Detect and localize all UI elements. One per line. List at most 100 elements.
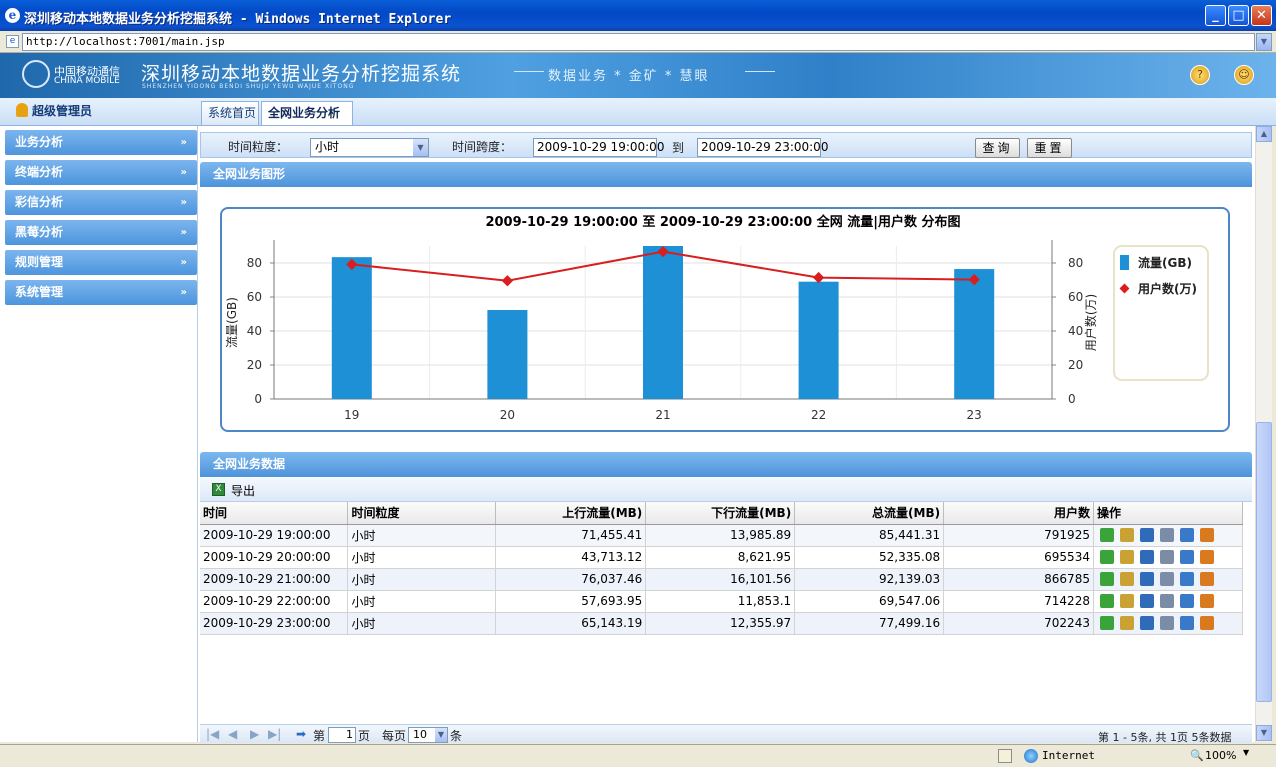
document-icon[interactable] bbox=[1159, 528, 1174, 542]
table-cell: 85,441.31 bbox=[794, 524, 945, 547]
page-info: 第 1 - 5条, 共 1页 5条数据 bbox=[1098, 731, 1232, 744]
tree-icon[interactable] bbox=[1119, 528, 1134, 542]
column-header-downlink[interactable]: 下行流量(MB) bbox=[645, 502, 796, 525]
monitor-icon[interactable] bbox=[1139, 528, 1154, 542]
column-header-users[interactable]: 用户数 bbox=[943, 502, 1094, 525]
copy-icon[interactable] bbox=[1179, 550, 1194, 564]
home-icon[interactable] bbox=[1199, 528, 1214, 542]
column-header-granularity[interactable]: 时间粒度 bbox=[347, 502, 497, 525]
add-icon[interactable] bbox=[1099, 550, 1114, 564]
monitor-icon[interactable] bbox=[1139, 550, 1154, 564]
menu-item-rule-management[interactable]: 规则管理 » bbox=[5, 250, 197, 275]
last-page-button[interactable]: ▶| bbox=[268, 727, 281, 741]
monitor-icon[interactable] bbox=[1139, 616, 1154, 630]
tree-icon[interactable] bbox=[1119, 616, 1134, 630]
reset-button[interactable]: 重置 bbox=[1027, 138, 1072, 158]
copy-icon[interactable] bbox=[1179, 616, 1194, 630]
tab-home[interactable]: 系统首页 bbox=[201, 101, 259, 125]
expand-icon: » bbox=[180, 287, 187, 298]
column-header-uplink[interactable]: 上行流量(MB) bbox=[495, 502, 647, 525]
granularity-value: 小时 bbox=[315, 140, 340, 154]
home-icon[interactable] bbox=[1199, 616, 1214, 630]
add-icon[interactable] bbox=[1099, 616, 1114, 630]
scroll-up-button[interactable]: ▲ bbox=[1256, 126, 1272, 142]
add-icon[interactable] bbox=[1099, 572, 1114, 586]
help-icon[interactable]: ? bbox=[1190, 65, 1210, 85]
y2-tick-label: 80 bbox=[1068, 256, 1083, 270]
copy-icon[interactable] bbox=[1179, 594, 1194, 608]
zoom-level[interactable]: 100% bbox=[1205, 749, 1236, 762]
home-icon[interactable] bbox=[1199, 572, 1214, 586]
page-suffix: 页 bbox=[358, 729, 371, 743]
first-page-button[interactable]: |◀ bbox=[206, 727, 219, 741]
home-icon[interactable] bbox=[1199, 594, 1214, 608]
data-panel-title: 全网业务数据 bbox=[200, 452, 1252, 477]
vertical-scrollbar[interactable]: ▲ ▼ bbox=[1255, 126, 1272, 742]
tree-icon[interactable] bbox=[1119, 550, 1134, 564]
system-pinyin: SHENZHEN YIDONG BENDI SHUJU YEWU WAJUE X… bbox=[142, 83, 355, 90]
table-row[interactable]: 2009-10-29 22:00:00 小时 57,693.95 11,853.1 69… bbox=[200, 590, 1244, 613]
document-icon[interactable] bbox=[1159, 572, 1174, 586]
menu-item-business-analysis[interactable]: 业务分析 » bbox=[5, 130, 197, 155]
column-header-time[interactable]: 时间 bbox=[200, 502, 349, 525]
document-icon[interactable] bbox=[1159, 616, 1174, 630]
address-bar: e http://localhost:7001/main.jsp ▼ bbox=[0, 31, 1276, 53]
monitor-icon[interactable] bbox=[1139, 594, 1154, 608]
bar bbox=[954, 269, 995, 399]
tree-icon[interactable] bbox=[1119, 572, 1134, 586]
menu-item-blackberry-analysis[interactable]: 黑莓分析 » bbox=[5, 220, 197, 245]
scroll-down-button[interactable]: ▼ bbox=[1256, 725, 1272, 741]
granularity-select[interactable]: 小时 ▼ bbox=[310, 138, 429, 157]
y2-tick-label: 60 bbox=[1068, 290, 1083, 304]
home-icon[interactable] bbox=[1199, 550, 1214, 564]
document-icon[interactable] bbox=[1159, 550, 1174, 564]
page-size-suffix: 条 bbox=[450, 729, 463, 743]
tab-network-analysis[interactable]: 全网业务分析 bbox=[261, 101, 353, 125]
export-button[interactable]: 导出 bbox=[231, 482, 255, 499]
table-row[interactable]: 2009-10-29 20:00:00 小时 43,713.12 8,621.95 52… bbox=[200, 546, 1244, 569]
document-icon[interactable] bbox=[1159, 594, 1174, 608]
prev-page-button[interactable]: ◀ bbox=[228, 727, 237, 741]
page-number-input[interactable]: 1 bbox=[328, 727, 356, 743]
menu-item-mms-analysis[interactable]: 彩信分析 » bbox=[5, 190, 197, 215]
maximize-button[interactable]: □ bbox=[1228, 5, 1249, 26]
add-icon[interactable] bbox=[1099, 528, 1114, 542]
table-cell: 69,547.06 bbox=[794, 590, 945, 613]
y2-tick-label: 20 bbox=[1068, 358, 1083, 372]
minimize-button[interactable]: _ bbox=[1205, 5, 1226, 26]
zoom-dropdown-icon[interactable]: ▼ bbox=[1243, 748, 1249, 757]
monitor-icon[interactable] bbox=[1139, 572, 1154, 586]
security-zone: Internet bbox=[1042, 749, 1095, 762]
tree-icon[interactable] bbox=[1119, 594, 1134, 608]
column-header-total[interactable]: 总流量(MB) bbox=[794, 502, 945, 525]
table-cell: 11,853.1 bbox=[645, 590, 796, 613]
table-row[interactable]: 2009-10-29 23:00:00 小时 65,143.19 12,355.97 7… bbox=[200, 612, 1244, 635]
add-icon[interactable] bbox=[1099, 594, 1114, 608]
search-button[interactable]: 查询 bbox=[975, 138, 1020, 158]
y-tick-label: 0 bbox=[254, 392, 262, 406]
expand-icon: » bbox=[180, 137, 187, 148]
url-input[interactable]: http://localhost:7001/main.jsp bbox=[22, 33, 1255, 51]
user-icon[interactable]: ☺ bbox=[1234, 65, 1254, 85]
chart-panel-title: 全网业务图形 bbox=[200, 162, 1252, 187]
window-title-bar[interactable]: e 深圳移动本地数据业务分析挖掘系统 - Windows Internet Ex… bbox=[0, 0, 1276, 31]
table-row[interactable]: 2009-10-29 19:00:00 小时 71,455.41 13,985.89 8… bbox=[200, 524, 1244, 547]
page-size-select[interactable]: 10 ▼ bbox=[408, 727, 448, 743]
y-tick-label: 80 bbox=[247, 256, 262, 270]
end-time-input[interactable]: 2009-10-29 23:00:00 bbox=[697, 138, 828, 157]
menu-item-system-management[interactable]: 系统管理 » bbox=[5, 280, 197, 305]
bar bbox=[643, 246, 683, 399]
copy-icon[interactable] bbox=[1179, 572, 1194, 586]
menu-item-terminal-analysis[interactable]: 终端分析 » bbox=[5, 160, 197, 185]
url-dropdown-button[interactable]: ▼ bbox=[1256, 33, 1272, 51]
next-page-button[interactable]: ▶ bbox=[250, 727, 259, 741]
table-row[interactable]: 2009-10-29 21:00:00 小时 76,037.46 16,101.56 9… bbox=[200, 568, 1244, 591]
close-button[interactable]: ✕ bbox=[1251, 5, 1272, 26]
current-user: 超级管理员 bbox=[16, 102, 92, 119]
copy-icon[interactable] bbox=[1179, 528, 1194, 542]
go-arrow-icon[interactable]: ➡ bbox=[296, 727, 306, 741]
table-cell: 76,037.46 bbox=[495, 568, 647, 591]
table-cell: 714228 bbox=[943, 590, 1094, 613]
start-time-input[interactable]: 2009-10-29 19:00:00 bbox=[533, 138, 664, 157]
scroll-thumb[interactable] bbox=[1256, 422, 1272, 702]
